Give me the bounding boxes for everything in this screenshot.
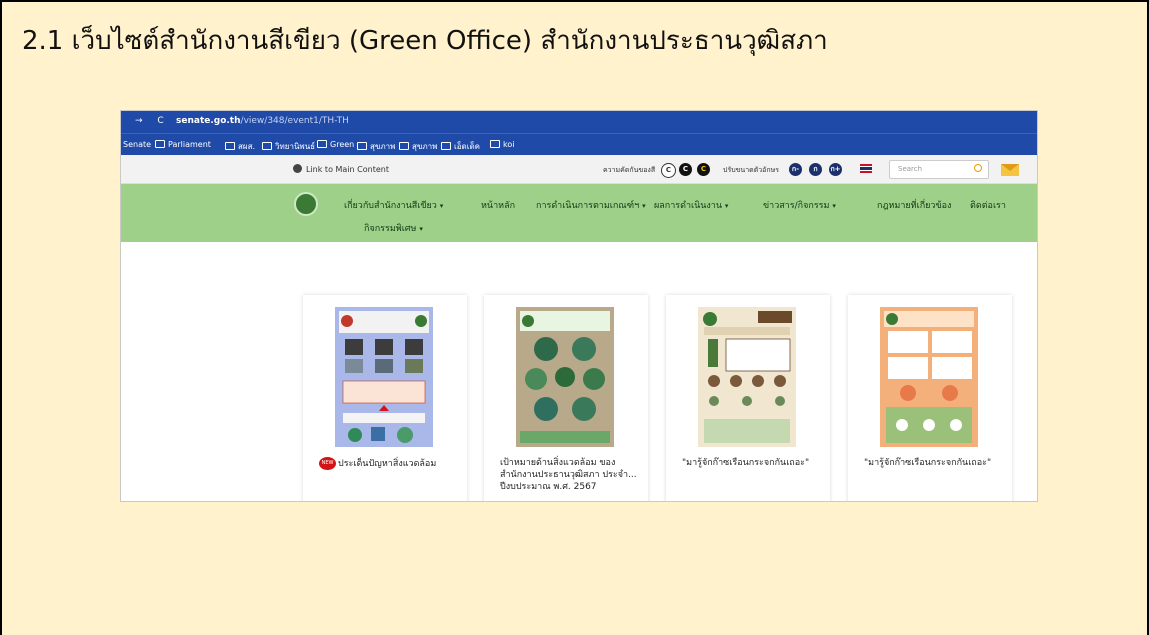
content-card[interactable]: NEW ประเด็นปัญหาสิ่งแวดล้อม — [303, 295, 467, 501]
folder-icon — [357, 142, 367, 150]
greenhouse-gas-infographic — [880, 307, 978, 447]
new-badge: NEW — [319, 457, 336, 470]
content-card[interactable]: เป้าหมายด้านสิ่งแวดล้อม ของสำนักงานประธา… — [484, 295, 648, 501]
font-size-label: ปรับขนาดตัวอักษร — [723, 166, 779, 174]
nav-item-law[interactable]: กฎหมายที่เกี่ยวข้อง — [877, 198, 951, 212]
card-caption[interactable]: "มารู้จักก๊าซเรือนกระจกกันเถอะ" — [682, 457, 822, 469]
bookmark-item[interactable]: Green — [317, 140, 354, 149]
skip-to-content-link[interactable]: Link to Main Content — [293, 164, 389, 174]
bookmarks-bar: Senate Parliament สผส. วิทยานิพนธ์ Green… — [121, 133, 1037, 155]
browser-address-bar: → C senate.go.th/view/348/event1/TH-TH — [121, 111, 1037, 133]
chevron-down-icon: ▾ — [419, 225, 423, 233]
nav-item-about[interactable]: เกี่ยวกับสำนักงานสีเขียว ▾ — [344, 198, 443, 212]
bookmark-item[interactable]: เอ็ดเด็ค — [441, 140, 480, 153]
folder-icon — [155, 140, 165, 148]
bookmark-item[interactable]: Senate — [123, 140, 151, 149]
chevron-down-icon: ▾ — [724, 202, 729, 210]
mail-icon[interactable] — [1001, 164, 1019, 176]
browser-nav-icons[interactable]: → C — [135, 116, 170, 126]
card-caption[interactable]: "มารู้จักก๊าซเรือนกระจกกันเถอะ" — [864, 457, 1004, 469]
font-smaller-button[interactable]: ก- — [789, 163, 802, 176]
card-caption[interactable]: NEW ประเด็นปัญหาสิ่งแวดล้อม — [319, 457, 459, 470]
folder-icon — [490, 140, 500, 148]
bookmark-item[interactable]: koi — [490, 140, 514, 149]
nav-item-home[interactable]: หน้าหลัก — [481, 198, 515, 212]
bookmark-item[interactable]: สุขภาพ — [399, 140, 437, 153]
folder-icon — [441, 142, 451, 150]
content-card[interactable]: "มารู้จักก๊าซเรือนกระจกกันเถอะ" — [666, 295, 830, 501]
card-caption[interactable]: เป้าหมายด้านสิ่งแวดล้อม ของสำนักงานประธา… — [500, 457, 640, 493]
bookmark-item[interactable]: สุขภาพ — [357, 140, 395, 153]
nav-item-criteria[interactable]: การดำเนินการตามเกณฑ์ฯ ▾ — [536, 198, 646, 212]
slide-title: 2.1 เว็บไซต์สำนักงานสีเขียว (Green Offic… — [22, 26, 828, 56]
slide: 2.1 เว็บไซต์สำนักงานสีเขียว (Green Offic… — [0, 0, 1149, 635]
bookmark-item[interactable]: สผส. — [225, 140, 255, 153]
environmental-goals-poster — [516, 307, 614, 447]
accessibility-icon — [293, 164, 302, 173]
url-field[interactable]: senate.go.th/view/348/event1/TH-TH — [176, 116, 349, 126]
contrast-normal-button[interactable]: C — [661, 163, 676, 178]
top-border — [2, 0, 1149, 2]
main-navigation: เกี่ยวกับสำนักงานสีเขียว ▾ หน้าหลัก การด… — [121, 184, 1037, 242]
contrast-dark-button[interactable]: C — [679, 163, 692, 176]
folder-icon — [399, 142, 409, 150]
utility-bar: Link to Main Content ความคัดกันของสี C C… — [121, 155, 1037, 184]
chevron-down-icon: ▾ — [439, 202, 444, 210]
website-screenshot: → C senate.go.th/view/348/event1/TH-TH S… — [120, 110, 1038, 502]
nav-item-news[interactable]: ข่าวสาร/กิจกรรม ▾ — [763, 198, 836, 212]
contrast-yellow-button[interactable]: C — [697, 163, 710, 176]
folder-icon — [225, 142, 235, 150]
font-larger-button[interactable]: ก+ — [829, 163, 842, 176]
url-host: senate.go.th — [176, 116, 241, 126]
bookmark-item[interactable]: วิทยานิพนธ์ — [262, 140, 315, 153]
contrast-label: ความคัดกันของสี — [603, 166, 656, 174]
chevron-down-icon: ▾ — [832, 202, 836, 210]
content-card[interactable]: "มารู้จักก๊าซเรือนกระจกกันเถอะ" — [848, 295, 1012, 501]
thai-flag-icon[interactable] — [860, 164, 872, 173]
search-input[interactable]: Search — [889, 160, 989, 179]
folder-icon — [317, 140, 327, 148]
site-logo[interactable] — [294, 192, 318, 216]
nav-item-special[interactable]: กิจกรรมพิเศษ ▾ — [364, 221, 423, 235]
folder-icon — [262, 142, 272, 150]
font-normal-button[interactable]: ก — [809, 163, 822, 176]
environment-issues-poster — [335, 307, 433, 447]
nav-item-results[interactable]: ผลการดำเนินงาน ▾ — [654, 198, 728, 212]
bookmark-item[interactable]: Parliament — [155, 140, 211, 149]
url-path: /view/348/event1/TH-TH — [240, 116, 349, 126]
nav-item-contact[interactable]: ติดต่อเรา — [970, 198, 1006, 212]
search-icon[interactable] — [974, 164, 982, 172]
greenhouse-gas-poster — [698, 307, 796, 447]
search-placeholder: Search — [898, 165, 923, 173]
chevron-down-icon: ▾ — [642, 202, 646, 210]
